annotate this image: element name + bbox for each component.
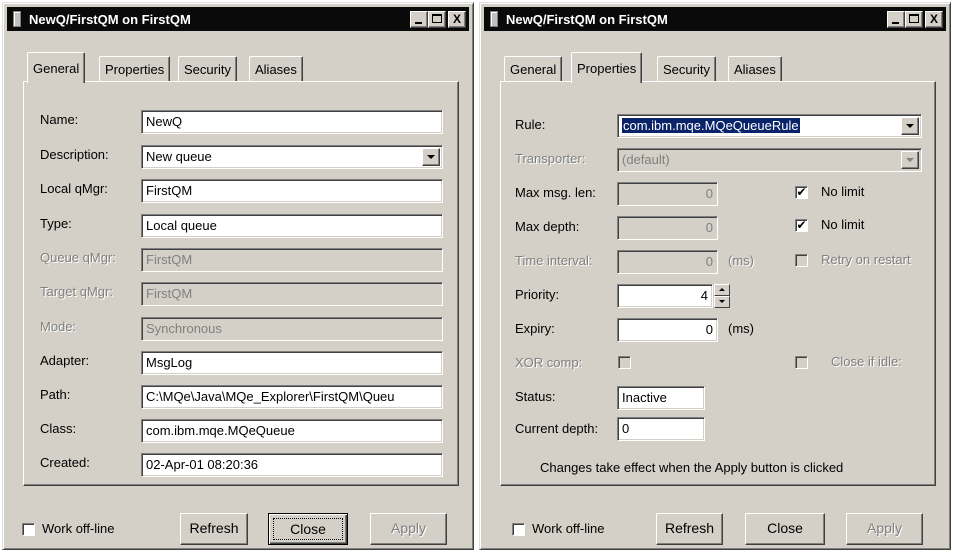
work-offline-checkbox[interactable]	[22, 523, 35, 536]
close-window-button[interactable]: X	[925, 10, 943, 28]
close-button-label: Close	[273, 518, 343, 540]
apply-button[interactable]: Apply	[370, 513, 447, 545]
tab-panel	[500, 81, 936, 486]
work-offline-label[interactable]: Work off-line	[42, 521, 115, 536]
window-title: NewQ/FirstQM on FirstQM	[506, 11, 668, 27]
minimize-icon	[892, 21, 899, 24]
tab-panel	[23, 81, 459, 486]
queue-properties-window-general: NewQ/FirstQM on FirstQM X General Proper…	[2, 2, 474, 550]
close-icon: X	[929, 11, 938, 26]
minimize-button[interactable]	[887, 10, 905, 28]
tab-aliases[interactable]: Aliases	[728, 56, 782, 81]
close-button[interactable]: Close	[745, 513, 825, 545]
maximize-button[interactable]	[905, 10, 923, 28]
tab-properties[interactable]: Properties	[571, 52, 643, 83]
apply-button[interactable]: Apply	[846, 513, 923, 545]
minimize-button[interactable]	[410, 10, 428, 28]
title-bar[interactable]: NewQ/FirstQM on FirstQM X	[484, 7, 946, 31]
refresh-button[interactable]: Refresh	[656, 513, 723, 545]
tab-general[interactable]: General	[504, 56, 563, 81]
close-icon: X	[452, 11, 461, 26]
title-bar[interactable]: NewQ/FirstQM on FirstQM X	[7, 7, 469, 31]
tab-aliases[interactable]: Aliases	[249, 56, 303, 81]
maximize-icon	[909, 13, 919, 23]
minimize-icon	[415, 21, 422, 24]
close-button[interactable]: Close	[268, 513, 348, 545]
queue-properties-window-properties: NewQ/FirstQM on FirstQM X General Proper…	[479, 2, 951, 550]
tab-properties[interactable]: Properties	[99, 56, 171, 81]
maximize-button[interactable]	[428, 10, 446, 28]
tab-general[interactable]: General	[27, 52, 86, 83]
refresh-button[interactable]: Refresh	[180, 513, 248, 545]
work-offline-checkbox[interactable]	[512, 523, 525, 536]
tab-security[interactable]: Security	[178, 56, 237, 81]
window-icon[interactable]	[490, 11, 498, 27]
close-window-button[interactable]: X	[448, 10, 466, 28]
work-offline-label[interactable]: Work off-line	[532, 521, 605, 536]
maximize-icon	[432, 13, 442, 23]
window-icon[interactable]	[13, 11, 21, 27]
window-title: NewQ/FirstQM on FirstQM	[29, 11, 191, 27]
tab-security[interactable]: Security	[657, 56, 716, 81]
